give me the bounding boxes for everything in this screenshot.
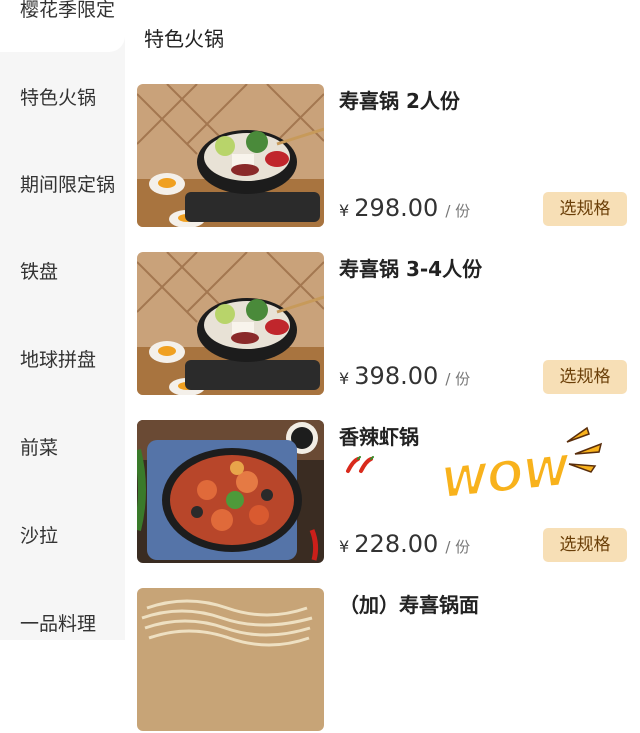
dish-name: 寿喜锅 3-4人份 (339, 257, 483, 281)
price-unit: / 份 (445, 202, 471, 220)
category-sidebar: 樱花季限定 特色火锅 期间限定锅 铁盘 地球拼盘 前菜 沙拉 一品料理 (0, 0, 125, 640)
dish-name: 香辣虾锅 (339, 425, 419, 449)
sidebar-item-appetizer[interactable]: 前菜 (20, 436, 58, 460)
price-amount: 398.00 (354, 362, 439, 390)
currency-symbol: ¥ (339, 537, 350, 556)
select-spec-button[interactable]: 选规格 (543, 192, 627, 226)
sidebar-item-sakura[interactable]: 樱花季限定 (20, 0, 115, 22)
currency-symbol: ¥ (339, 201, 350, 220)
section-title: 特色火锅 (144, 27, 224, 51)
dish-photo[interactable] (137, 84, 324, 227)
wow-sticker-icon: WOW (438, 426, 603, 502)
sidebar-item-salad[interactable]: 沙拉 (20, 524, 58, 548)
dish-name: （加）寿喜锅面 (339, 593, 479, 617)
currency-symbol: ¥ (339, 369, 350, 388)
select-spec-button[interactable]: 选规格 (543, 360, 627, 394)
dish-name: 寿喜锅 2人份 (339, 89, 460, 113)
sidebar-item-iron-plate[interactable]: 铁盘 (20, 260, 58, 284)
price-amount: 298.00 (354, 194, 439, 222)
price-unit: / 份 (445, 370, 471, 388)
dish-price: ¥ 398.00 / 份 (339, 362, 470, 393)
dish-card[interactable]: （加）寿喜锅面 (137, 588, 627, 733)
price-amount: 228.00 (354, 530, 439, 558)
dish-card[interactable]: 寿喜锅 3-4人份 ¥ 398.00 / 份 选规格 (137, 252, 627, 397)
chili-icon (346, 456, 374, 473)
dish-price: ¥ 298.00 / 份 (339, 194, 470, 225)
dish-photo[interactable] (137, 252, 324, 395)
sidebar-item-hotpot[interactable]: 特色火锅 (20, 86, 96, 110)
select-spec-button[interactable]: 选规格 (543, 528, 627, 562)
dish-photo[interactable] (137, 420, 324, 563)
price-unit: / 份 (445, 538, 471, 556)
sidebar-item-limited-pot[interactable]: 期间限定锅 (20, 173, 115, 197)
dish-photo[interactable] (137, 588, 324, 731)
sidebar-item-a-la-carte[interactable]: 一品料理 (20, 612, 96, 636)
dish-card[interactable]: 寿喜锅 2人份 ¥ 298.00 / 份 选规格 (137, 84, 627, 229)
dish-price: ¥ 228.00 / 份 (339, 530, 470, 561)
sidebar-item-earth-platter[interactable]: 地球拼盘 (20, 348, 96, 372)
dish-card[interactable]: 香辣虾锅 WOW ¥ 228.00 / 份 选规格 (137, 420, 627, 565)
svg-text:WOW: WOW (439, 445, 574, 502)
